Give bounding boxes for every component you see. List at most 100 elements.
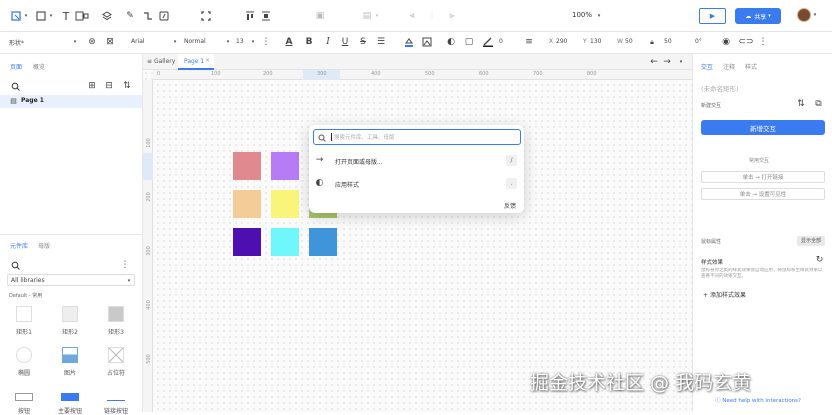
rectangle-tool-icon[interactable] bbox=[35, 10, 47, 22]
tab-interactions[interactable]: 交互 bbox=[701, 62, 713, 71]
chevron-down-icon[interactable]: ▾ bbox=[250, 39, 256, 45]
align-left-icon[interactable]: ⫷ bbox=[406, 10, 418, 22]
library-item-link-button[interactable]: 链接按钮 bbox=[96, 389, 136, 415]
feedback-link[interactable]: 反馈 bbox=[504, 201, 516, 210]
share-button[interactable]: ☁ 共享 ▾ bbox=[735, 8, 781, 24]
help-link[interactable]: ⓘ Need help with interactions? bbox=[715, 396, 801, 404]
bold-icon[interactable]: B bbox=[304, 37, 314, 47]
more-icon[interactable]: ⋮ bbox=[759, 37, 768, 47]
text-color-icon[interactable]: A bbox=[284, 37, 294, 47]
canvas-shape[interactable] bbox=[309, 228, 337, 256]
chevron-down-icon[interactable]: ▾ bbox=[374, 13, 380, 19]
zoom-level[interactable]: 100% bbox=[572, 11, 592, 19]
command-item-open-page[interactable]: → 打开页面或母版... / bbox=[309, 152, 524, 169]
library-item-image[interactable]: 图片 bbox=[50, 347, 90, 377]
text-tool-icon[interactable]: T bbox=[60, 10, 72, 22]
italic-icon[interactable]: I bbox=[323, 37, 333, 47]
library-item-ellipse[interactable]: 椭圆 bbox=[4, 347, 44, 377]
library-select[interactable]: All libraries ▾ bbox=[7, 274, 135, 286]
library-item-primary-button[interactable]: 主要按钮 bbox=[50, 389, 90, 415]
preview-button[interactable]: ▶ bbox=[699, 8, 726, 24]
search-icon[interactable] bbox=[10, 81, 20, 91]
canvas-shape[interactable] bbox=[271, 190, 299, 218]
shape-name-input[interactable]: (未命名矩形) bbox=[701, 83, 739, 93]
chevron-down-icon[interactable]: ▾ bbox=[225, 39, 231, 45]
container-tool-icon[interactable] bbox=[75, 10, 89, 22]
fill-color-icon[interactable] bbox=[404, 37, 414, 47]
more-icon[interactable]: ⋮ bbox=[121, 260, 130, 270]
lock-ratio-icon[interactable]: 🔒︎ bbox=[647, 37, 657, 47]
library-item-rect1[interactable]: 矩形1 bbox=[4, 306, 44, 336]
rotation-input[interactable]: 0° bbox=[695, 38, 702, 45]
chevron-down-icon[interactable]: ▾ bbox=[596, 13, 602, 19]
library-group-label[interactable]: Default - 常用 bbox=[9, 292, 42, 299]
font-size-input[interactable]: 13 bbox=[236, 38, 244, 45]
canvas-shape[interactable] bbox=[233, 190, 261, 218]
image-fill-icon[interactable] bbox=[422, 37, 432, 47]
x-input[interactable]: 290 bbox=[556, 38, 567, 45]
canvas-shape[interactable] bbox=[271, 228, 299, 256]
chevron-down-icon[interactable]: ▾ bbox=[812, 12, 818, 18]
opacity-icon[interactable]: ◐ bbox=[446, 37, 456, 47]
tab-page1[interactable]: Page 1 × bbox=[178, 54, 214, 70]
align-right-icon[interactable]: ⫸ bbox=[446, 10, 458, 22]
reset-icon[interactable]: ↻ bbox=[815, 256, 824, 265]
group-icon[interactable]: ▣ bbox=[314, 10, 326, 22]
arrow-right-icon[interactable]: → bbox=[663, 57, 671, 67]
line-width-input[interactable]: 0 bbox=[499, 38, 503, 45]
shape-name-select[interactable]: 形状* bbox=[9, 38, 24, 47]
w-input[interactable]: 50 bbox=[625, 38, 633, 45]
align-center-icon[interactable]: ⫶ bbox=[426, 10, 438, 22]
link-icon[interactable]: ⊂⊃ bbox=[738, 37, 753, 47]
note-tool-icon[interactable] bbox=[158, 10, 170, 22]
connector-tool-icon[interactable] bbox=[142, 10, 154, 22]
distribute-icon[interactable] bbox=[260, 10, 272, 22]
common-interaction-set-visibility[interactable]: 单击 → 设置可见性 bbox=[701, 188, 825, 200]
library-item-placeholder[interactable]: 占位符 bbox=[96, 347, 136, 377]
line-style-icon[interactable]: ≡ bbox=[524, 37, 534, 47]
border-icon[interactable]: ▢ bbox=[464, 37, 474, 47]
external-link-icon[interactable]: ⧉ bbox=[814, 100, 823, 109]
h-input[interactable]: 50 bbox=[664, 38, 672, 45]
sort-icon[interactable]: ⇅ bbox=[797, 100, 805, 109]
visibility-eye-icon[interactable]: ◉ bbox=[721, 37, 731, 47]
chevron-down-icon[interactable]: ▾ bbox=[48, 13, 54, 19]
style-sync-icon[interactable]: ⊛ bbox=[87, 37, 97, 47]
align-top-icon[interactable] bbox=[244, 10, 256, 22]
tab-gallery[interactable]: ≡ Gallery bbox=[147, 58, 175, 65]
canvas[interactable] bbox=[143, 70, 692, 412]
add-folder-icon[interactable]: ⊟ bbox=[104, 81, 114, 91]
avatar[interactable] bbox=[797, 8, 811, 22]
strikethrough-icon[interactable]: S bbox=[358, 37, 368, 47]
pen-tool-icon[interactable]: ✎ bbox=[124, 10, 136, 22]
new-interaction-button[interactable]: 新增交互 bbox=[701, 120, 825, 135]
tab-libraries[interactable]: 元件库 bbox=[10, 241, 28, 250]
canvas-shape[interactable] bbox=[233, 228, 261, 256]
crop-icon[interactable] bbox=[200, 10, 212, 22]
more-icon[interactable]: ⋮ bbox=[262, 37, 271, 47]
page-list-item[interactable]: ▤ Page 1 bbox=[0, 95, 142, 108]
arrange-icon[interactable]: ▤ bbox=[361, 10, 373, 22]
select-tool-icon[interactable] bbox=[10, 10, 22, 22]
layers-icon[interactable] bbox=[101, 10, 113, 22]
command-search-input[interactable]: 搜索元件库、工具、母版 bbox=[313, 129, 521, 145]
chevron-down-icon[interactable]: ▾ bbox=[677, 57, 685, 67]
library-item-button[interactable]: 按钮 bbox=[4, 389, 44, 415]
chevron-down-icon[interactable]: ▾ bbox=[23, 13, 29, 19]
show-all-button[interactable]: 显示全部 bbox=[797, 236, 825, 246]
tab-outline[interactable]: 概览 bbox=[33, 62, 45, 71]
chevron-down-icon[interactable]: ▾ bbox=[172, 39, 178, 45]
tab-masters[interactable]: 母版 bbox=[38, 241, 50, 250]
tab-notes[interactable]: 注释 bbox=[723, 62, 735, 71]
arrow-left-icon[interactable]: ← bbox=[650, 57, 658, 67]
underline-icon[interactable]: U bbox=[340, 37, 350, 47]
chevron-down-icon[interactable]: ▾ bbox=[72, 39, 78, 45]
add-style-effect-button[interactable]: + 添加样式效果 bbox=[703, 290, 746, 299]
style-format-icon[interactable]: ⊠ bbox=[105, 37, 115, 47]
command-item-apply-style[interactable]: ◐ 应用样式 . bbox=[309, 175, 524, 192]
stroke-color-icon[interactable] bbox=[482, 37, 494, 47]
search-icon[interactable] bbox=[10, 260, 20, 270]
tab-style[interactable]: 样式 bbox=[745, 62, 757, 71]
canvas-shape[interactable] bbox=[271, 152, 299, 180]
y-input[interactable]: 130 bbox=[590, 38, 601, 45]
